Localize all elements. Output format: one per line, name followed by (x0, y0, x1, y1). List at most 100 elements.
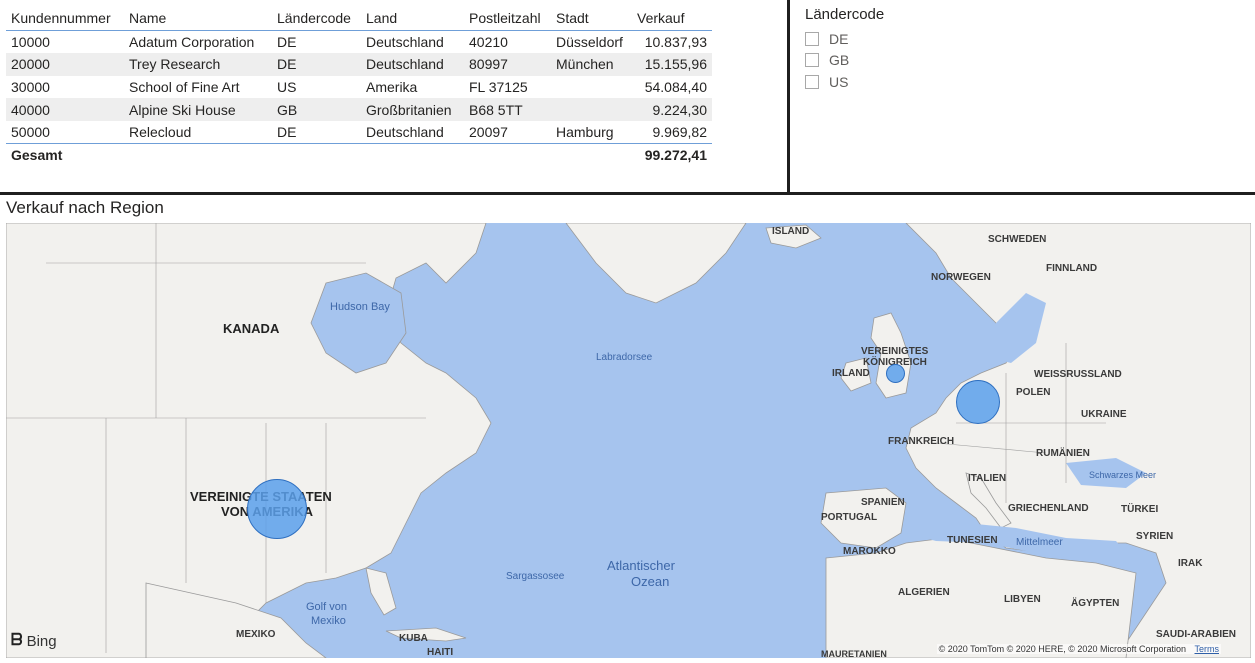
col-header-verkauf[interactable]: Verkauf (632, 6, 712, 31)
slicer-item-label: US (829, 74, 849, 90)
cell-verkauf: 9.969,82 (652, 123, 708, 140)
table-row[interactable]: 20000 Trey Research DE Deutschland 80997… (6, 53, 712, 76)
table-total-row: Gesamt 99.272,41 (6, 142, 712, 166)
checkbox[interactable] (805, 75, 819, 89)
table-row[interactable]: 30000 School of Fine Art US Amerika FL 3… (6, 76, 712, 99)
map-label: IRAK (1178, 558, 1203, 569)
cell-laendercode: GB (277, 101, 298, 118)
map-bubble-us[interactable] (247, 479, 307, 539)
map-label: Hudson Bay (330, 301, 390, 313)
cell-verkauf: 9.224,30 (652, 101, 708, 118)
cell-land: Großbritanien (366, 101, 452, 118)
map-label: HAITI (427, 647, 454, 658)
bing-map[interactable]: ISLAND SCHWEDEN FINNLAND NORWEGEN KANADA… (6, 223, 1251, 658)
map-label: Atlantischer (607, 558, 675, 573)
bing-label: Bing (26, 632, 57, 650)
col-header-name[interactable]: Name (124, 6, 272, 31)
cell-name: Alpine Ski House (129, 101, 236, 118)
map-label: RUMÄNIEN (1036, 448, 1090, 459)
col-header-land[interactable]: Land (361, 6, 464, 31)
map-title: Verkauf nach Region (6, 198, 164, 217)
map-label: MEXIKO (236, 629, 276, 640)
checkbox[interactable] (805, 32, 819, 46)
sales-table: Kundennummer Name Ländercode Land Postle… (6, 6, 712, 166)
cell-kundennummer: 20000 (11, 56, 50, 73)
map-background (6, 223, 1251, 658)
map-label: SPANIEN (861, 497, 905, 508)
map-label: Schwarzes Meer (1089, 470, 1157, 480)
map-label: KUBA (399, 633, 428, 644)
total-value: 99.272,41 (632, 142, 712, 166)
cell-verkauf: 15.155,96 (644, 56, 707, 73)
map-bubble-gb[interactable] (886, 364, 905, 383)
map-bubble-de[interactable] (956, 380, 1000, 424)
cell-stadt: München (556, 56, 614, 73)
map-label: Sargassosee (506, 571, 565, 582)
map-label: POLEN (1016, 387, 1051, 398)
slicer-item-label: DE (829, 31, 849, 47)
map-label: ISLAND (772, 226, 810, 237)
total-label: Gesamt (6, 142, 124, 166)
map-copyright: © 2020 TomTom © 2020 HERE, © 2020 Micros… (936, 644, 1221, 654)
cell-land: Deutschland (361, 30, 464, 54)
map-label: SYRIEN (1136, 531, 1174, 542)
map-label: Golf von (306, 601, 347, 613)
slicer-title: Ländercode (805, 6, 885, 23)
col-header-stadt[interactable]: Stadt (551, 6, 632, 31)
map-label: KANADA (223, 321, 280, 336)
cell-verkauf: 54.084,40 (644, 78, 707, 95)
map-label: TÜRKEI (1121, 504, 1159, 515)
cell-name: Trey Research (129, 56, 221, 73)
cell-stadt (551, 76, 632, 99)
cell-postleitzahl: 40210 (464, 30, 551, 54)
cell-laendercode: DE (272, 30, 361, 54)
cell-land: Deutschland (366, 123, 444, 140)
col-header-postleitzahl[interactable]: Postleitzahl (464, 6, 551, 31)
cell-name: Adatum Corporation (124, 30, 272, 54)
cell-land: Deutschland (366, 56, 444, 73)
table-header-row: Kundennummer Name Ländercode Land Postle… (6, 6, 712, 31)
slicer-item-us[interactable]: US (805, 74, 848, 90)
copyright-text: © 2020 TomTom © 2020 HERE, © 2020 Micros… (938, 644, 1186, 654)
cell-laendercode: DE (277, 123, 297, 140)
cell-kundennummer: 50000 (11, 123, 50, 140)
map-label: FRANKREICH (888, 436, 955, 447)
map-label: IRLAND (832, 368, 870, 379)
cell-kundennummer: 30000 (11, 78, 50, 95)
slicer-item-gb[interactable]: GB (805, 52, 849, 68)
table-row[interactable]: 10000 Adatum Corporation DE Deutschland … (6, 30, 712, 54)
map-label: MAURETANIEN (821, 649, 887, 658)
map-label: TUNESIEN (947, 535, 998, 546)
map-label: SCHWEDEN (988, 234, 1047, 245)
table-row[interactable]: 50000 Relecloud DE Deutschland 20097 Ham… (6, 121, 712, 144)
cell-stadt: Hamburg (556, 123, 614, 140)
cell-postleitzahl: 80997 (469, 56, 508, 73)
map-label: GRIECHENLAND (1008, 503, 1089, 514)
map-label: UKRAINE (1081, 409, 1127, 420)
map-label: Ozean (631, 574, 670, 589)
map-label: Labradorsee (596, 352, 653, 363)
col-header-laendercode[interactable]: Ländercode (272, 6, 361, 31)
cell-verkauf: 10.837,93 (632, 30, 712, 54)
slicer-item-label: GB (829, 52, 850, 68)
bing-icon: ᗷ (11, 632, 23, 649)
map-label: PORTUGAL (821, 512, 878, 523)
cell-laendercode: DE (277, 56, 297, 73)
cell-name: Relecloud (129, 123, 192, 140)
terms-link[interactable]: Terms (1195, 644, 1220, 654)
table-visual: Kundennummer Name Ländercode Land Postle… (0, 0, 787, 192)
table-row[interactable]: 40000 Alpine Ski House GB Großbritanien … (6, 98, 712, 121)
col-header-kundennummer[interactable]: Kundennummer (6, 6, 124, 31)
cell-kundennummer: 40000 (11, 101, 50, 118)
checkbox[interactable] (805, 53, 819, 67)
map-label: ITALIEN (968, 473, 1007, 484)
cell-name: School of Fine Art (129, 78, 240, 95)
slicer-item-de[interactable]: DE (805, 31, 848, 47)
map-label: VEREINIGTES (861, 346, 929, 357)
cell-laendercode: US (277, 78, 297, 95)
bing-logo: ᗷ Bing (11, 632, 57, 650)
map-label: ÄGYPTEN (1071, 598, 1120, 609)
cell-land: Amerika (366, 78, 418, 95)
map-label: ALGERIEN (898, 587, 950, 598)
cell-postleitzahl: 20097 (469, 123, 508, 140)
